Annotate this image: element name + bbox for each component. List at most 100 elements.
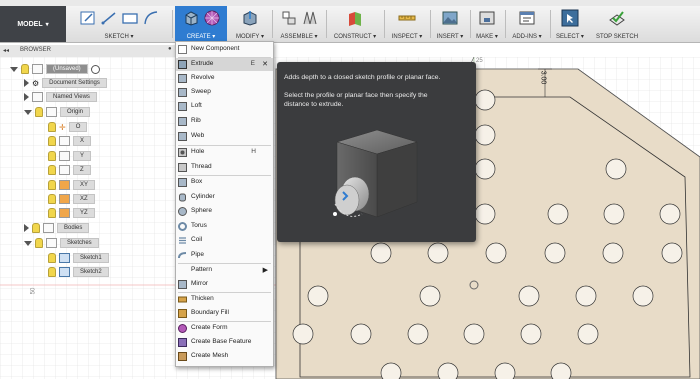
toolbar-insert[interactable]: INSERT ▾ (433, 6, 467, 42)
tree-root[interactable]: (Unsaved) (10, 63, 100, 75)
tree-item-origin-point[interactable]: ✛ O (48, 121, 88, 133)
scripts-icon[interactable] (518, 9, 536, 27)
expand-toggle-icon[interactable] (24, 79, 29, 87)
expand-toggle-icon[interactable] (24, 93, 29, 101)
menu-item-rib[interactable]: Rib (176, 115, 273, 128)
menu-item-label: Extrude (191, 60, 214, 67)
form-icon[interactable] (203, 9, 221, 27)
menu-item-extrude[interactable]: Extrude E ✕ (176, 58, 273, 71)
close-icon[interactable]: ✕ (262, 60, 268, 68)
joint-icon[interactable] (301, 9, 319, 27)
menu-item-loft[interactable]: Loft (176, 100, 273, 113)
menu-item-pipe[interactable]: Pipe (176, 249, 273, 262)
stop-sketch-icon[interactable] (608, 9, 626, 27)
menu-item-cylinder[interactable]: Cylinder (176, 191, 273, 204)
toolbar-assemble[interactable]: ASSEMBLE ▾ (275, 6, 323, 42)
menu-item-sphere[interactable]: Sphere (176, 205, 273, 218)
toolbar-divider (326, 10, 327, 38)
tree-item-xz-plane[interactable]: XZ (48, 193, 95, 205)
visibility-bulb-icon[interactable] (48, 208, 56, 218)
browser-pin-icon[interactable]: ● (168, 46, 172, 52)
select-icon[interactable] (561, 9, 579, 27)
tree-item-yz-plane[interactable]: YZ (48, 207, 95, 219)
tree-item-xy-plane[interactable]: XY (48, 179, 96, 191)
menu-item-coil[interactable]: Coil (176, 234, 273, 247)
offset-plane-icon[interactable] (346, 9, 364, 27)
dimension-label[interactable]: 3.00 (539, 71, 546, 85)
rectangle-icon[interactable] (121, 9, 139, 27)
menu-item-mirror[interactable]: Mirror (176, 278, 273, 291)
visibility-bulb-icon[interactable] (48, 253, 56, 263)
tree-item-x-axis[interactable]: X (48, 135, 92, 147)
line-icon[interactable] (100, 9, 118, 27)
tree-item-z-axis[interactable]: Z (48, 164, 91, 176)
menu-item-create-base-feature[interactable]: Create Base Feature (176, 336, 273, 349)
visibility-bulb-icon[interactable] (48, 194, 56, 204)
tree-item-label: O (68, 122, 88, 132)
menu-item-label: Thread (191, 163, 212, 170)
menu-item-boundary-fill[interactable]: Boundary Fill (176, 307, 273, 320)
menu-item-box[interactable]: Box (176, 176, 273, 189)
visibility-bulb-icon[interactable] (48, 180, 56, 190)
collapse-browser-icon[interactable]: ◂◂ (3, 47, 9, 54)
tooltip-instruction-line2: distance to extrude. (284, 101, 344, 108)
tree-item-y-axis[interactable]: Y (48, 150, 92, 162)
visibility-bulb-icon[interactable] (21, 64, 29, 74)
workspace-switcher[interactable]: MODEL ▾ (0, 6, 66, 42)
insert-image-icon[interactable] (441, 9, 459, 27)
toolbar-stop-sketch[interactable]: STOP SKETCH (592, 6, 642, 42)
menu-item-torus[interactable]: Torus (176, 220, 273, 233)
sketch-icon (59, 253, 70, 263)
menu-item-new-component[interactable]: New Component (176, 43, 273, 56)
toolbar-construct-label: CONSTRUCT ▾ (333, 34, 377, 40)
tree-item-document-settings[interactable]: ⚙ Document Settings (24, 77, 107, 89)
create-sketch-icon[interactable] (79, 9, 97, 27)
visibility-bulb-icon[interactable] (48, 267, 56, 277)
menu-item-label: Thicken (191, 295, 214, 302)
toolbar-make[interactable]: MAKE ▾ (472, 6, 502, 42)
tree-item-sketches[interactable]: Sketches (24, 237, 99, 249)
tree-item-sketch2[interactable]: Sketch2 (48, 266, 109, 278)
tree-item-label: Sketch2 (73, 267, 109, 277)
3d-print-icon[interactable] (478, 9, 496, 27)
toolbar-inspect[interactable]: INSPECT ▾ (387, 6, 427, 42)
menu-item-create-form[interactable]: Create Form (176, 322, 273, 335)
tree-item-bodies[interactable]: Bodies (24, 222, 90, 234)
extrude-icon[interactable] (182, 9, 200, 27)
menu-item-thread[interactable]: Thread (176, 161, 273, 174)
menu-item-thicken[interactable]: Thicken (176, 293, 273, 306)
collapse-toggle-icon[interactable] (24, 240, 32, 246)
menu-item-create-mesh[interactable]: Create Mesh (176, 350, 273, 363)
press-pull-icon[interactable] (241, 9, 259, 27)
arc-icon[interactable] (142, 9, 160, 27)
measure-icon[interactable] (398, 9, 416, 27)
tree-item-origin[interactable]: Origin (24, 106, 91, 118)
toolbar-sketch[interactable]: SKETCH ▾ (68, 6, 170, 42)
toolbar-select[interactable]: SELECT ▾ (553, 6, 587, 42)
toolbar-construct[interactable]: CONSTRUCT ▾ (329, 6, 381, 42)
collapse-toggle-icon[interactable] (10, 66, 18, 72)
visibility-bulb-icon[interactable] (48, 136, 56, 146)
tree-item-named-views[interactable]: Named Views (24, 91, 97, 103)
menu-item-label: Boundary Fill (191, 309, 229, 316)
visibility-bulb-icon[interactable] (32, 223, 40, 233)
visibility-bulb-icon[interactable] (48, 122, 56, 132)
menu-item-sweep[interactable]: Sweep (176, 86, 273, 99)
menu-item-revolve[interactable]: Revolve (176, 72, 273, 85)
collapse-toggle-icon[interactable] (24, 109, 32, 115)
new-component-icon[interactable] (280, 9, 298, 27)
toolbar-create[interactable]: CREATE ▾ (175, 6, 227, 42)
visibility-bulb-icon[interactable] (48, 165, 56, 175)
visibility-bulb-icon[interactable] (48, 151, 56, 161)
tree-item-sketch1[interactable]: Sketch1 (48, 252, 109, 264)
menu-item-hole[interactable]: Hole H (176, 146, 273, 159)
toolbar-modify[interactable]: MODIFY ▾ (230, 6, 270, 42)
visibility-bulb-icon[interactable] (35, 238, 43, 248)
activate-radio-icon[interactable] (90, 64, 100, 74)
expand-toggle-icon[interactable] (24, 224, 29, 232)
visibility-bulb-icon[interactable] (35, 107, 43, 117)
toolbar-add-ins[interactable]: ADD-INS ▾ (507, 6, 547, 42)
menu-item-web[interactable]: Web (176, 130, 273, 143)
menu-item-label: Coil (191, 236, 203, 243)
menu-item-pattern[interactable]: Pattern ▶ (176, 264, 273, 277)
